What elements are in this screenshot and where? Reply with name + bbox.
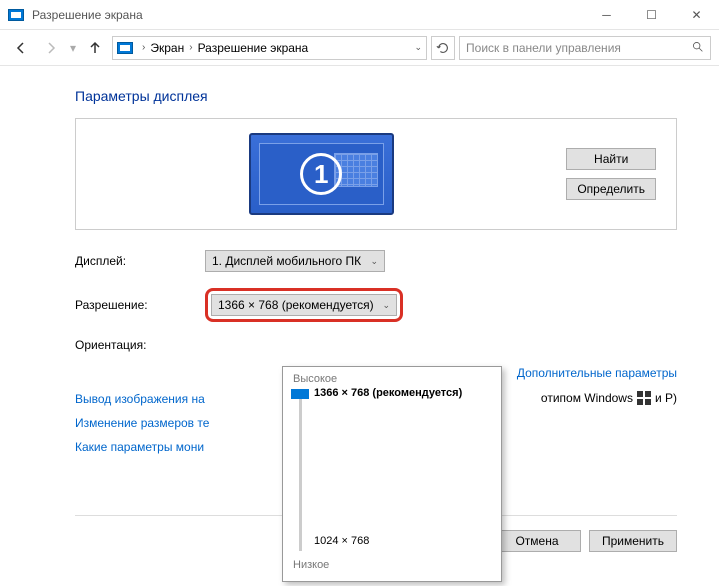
projector-hint-right: отипом Windows и P) [541,391,677,405]
arrow-up-icon [87,40,103,56]
forward-button[interactable] [38,35,64,61]
slider-thumb[interactable] [291,389,309,399]
history-dropdown-icon[interactable]: ▾ [70,41,76,55]
resolution-option-1024[interactable]: 1024 × 768 [314,535,462,547]
low-label: Низкое [293,559,491,571]
chevron-right-icon: › [142,42,145,53]
display-select[interactable]: 1. Дисплей мобильного ПК ⌄ [205,250,385,272]
detect-button[interactable]: Определить [566,178,656,200]
highlight-box: 1366 × 768 (рекомендуется) ⌄ [205,288,403,322]
arrow-right-icon [43,40,59,56]
window-title: Разрешение экрана [32,8,143,22]
search-icon [691,40,704,56]
monitor-icon [117,42,133,54]
resolution-option-recommended[interactable]: 1366 × 768 (рекомендуется) [314,387,462,399]
chevron-down-icon[interactable]: ⌄ [414,42,422,53]
up-button[interactable] [82,35,108,61]
maximize-button[interactable]: ☐ [629,0,674,30]
settings-form: Дисплей: 1. Дисплей мобильного ПК ⌄ Разр… [75,250,677,352]
apply-button[interactable]: Применить [589,530,677,552]
display-label: Дисплей: [75,254,205,268]
chevron-down-icon: ⌄ [382,300,390,311]
page-heading: Параметры дисплея [75,88,677,104]
resolution-select[interactable]: 1366 × 768 (рекомендуется) ⌄ [211,294,397,316]
monitor-number: 1 [300,153,342,195]
breadcrumb-screen[interactable]: Экран [148,41,186,55]
back-button[interactable] [8,35,34,61]
monitor-preview[interactable]: 1 [249,133,394,215]
display-preview-panel: 1 Найти Определить [75,118,677,230]
search-placeholder: Поиск в панели управления [466,41,621,55]
high-label: Высокое [293,373,491,385]
breadcrumb-resolution[interactable]: Разрешение экрана [196,41,311,55]
footer-buttons: Отмена Применить [493,530,677,552]
refresh-button[interactable] [431,36,455,60]
arrow-left-icon [13,40,29,56]
resolution-label: Разрешение: [75,298,205,312]
refresh-icon [436,41,450,55]
cancel-button[interactable]: Отмена [493,530,581,552]
resolution-slider[interactable] [299,391,302,551]
nav-bar: ▾ › Экран › Разрешение экрана ⌄ Поиск в … [0,30,719,66]
close-button[interactable]: ✕ [674,0,719,30]
title-bar: Разрешение экрана ─ ☐ ✕ [0,0,719,30]
resolution-popup: Высокое 1366 × 768 (рекомендуется) 1024 … [282,366,502,582]
chevron-down-icon: ⌄ [370,256,378,267]
app-icon [8,9,24,21]
advanced-link[interactable]: Дополнительные параметры [517,366,677,380]
address-bar[interactable]: › Экран › Разрешение экрана ⌄ [112,36,427,60]
content-area: Параметры дисплея 1 Найти Определить Дис… [0,66,719,454]
windows-logo-icon [637,391,651,405]
orientation-label: Ориентация: [75,338,205,352]
minimize-button[interactable]: ─ [584,0,629,30]
find-button[interactable]: Найти [566,148,656,170]
chevron-right-icon: › [189,42,192,53]
search-input[interactable]: Поиск в панели управления [459,36,711,60]
